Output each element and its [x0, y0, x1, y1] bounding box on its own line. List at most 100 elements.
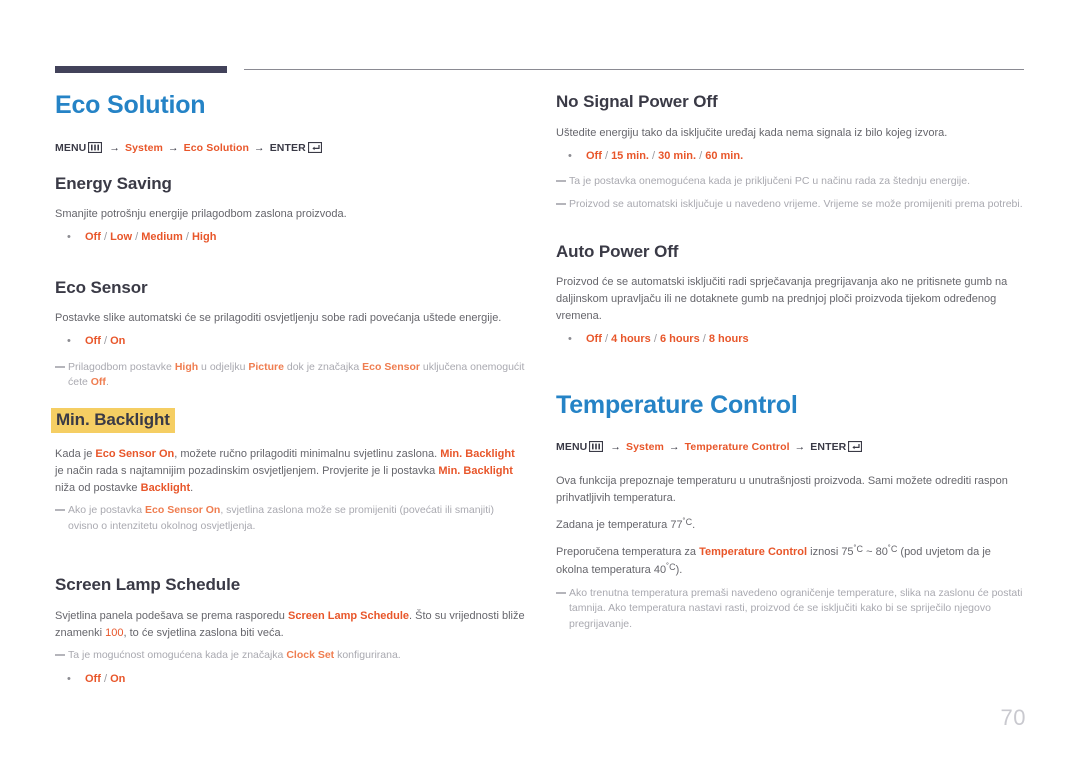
- menu-label: MENU: [556, 441, 588, 454]
- note-screen-lamp-schedule-text: Ta je mogućnost omogućena kada je značaj…: [68, 648, 401, 664]
- sls-end: , to će svjetlina zaslona biti veća.: [123, 626, 284, 639]
- mb-mid-3: niža od postavke: [55, 481, 141, 494]
- path-arrow-3: →: [794, 441, 806, 454]
- mb-mid-2: je način rada s najtamnijim pozadinskim …: [55, 464, 439, 477]
- text-temperature-control-default: Zadana je temperatura 77˚C.: [556, 516, 1026, 534]
- header-rule-thin: [244, 69, 1024, 70]
- osd-enter-icon: [848, 441, 863, 453]
- note-no-signal-power-off-1-text: Ta je postavka onemogućena kada je prikl…: [569, 175, 970, 188]
- note-term-picture: Picture: [248, 360, 284, 373]
- osd-enter-icon: [307, 141, 322, 153]
- note-no-signal-power-off-1: Ta je postavka onemogućena kada je prikl…: [556, 174, 1026, 190]
- option-list-screen-lamp-schedule: • Off / On: [55, 671, 525, 688]
- heading-no-signal-power-off: No Signal Power Off: [556, 92, 718, 111]
- option-list-eco-sensor: • Off / On: [55, 333, 525, 350]
- option-4-hours: 4 hours: [611, 333, 651, 346]
- option-8-hours: 8 hours: [708, 333, 749, 346]
- note-temperature-control-text: Ako trenutna temperatura premaši naveden…: [569, 586, 1023, 631]
- osd-menu-icon: [88, 141, 103, 153]
- note-dash-icon: [556, 586, 569, 597]
- term-temperature-control: Temperature Control: [699, 546, 808, 559]
- menu-path-temperature-control: MENU → System → Temperature Control → EN…: [556, 441, 1026, 453]
- degree-celsius-2: ˚C: [887, 544, 898, 555]
- path-item-system: System: [626, 441, 664, 454]
- enter-label: ENTER: [269, 141, 306, 154]
- note-dash-icon: [55, 360, 68, 371]
- page-number: 70: [1000, 705, 1026, 730]
- tc-default-pre: Zadana je temperatura 77: [556, 519, 683, 532]
- heading-energy-saving: Energy Saving: [55, 173, 172, 193]
- text-temperature-control-recommended: Preporučena temperatura za Temperature C…: [556, 543, 1026, 579]
- note-term-off: Off: [90, 376, 106, 389]
- note-mid-1: u odjeljku: [198, 360, 249, 373]
- menu-label: MENU: [55, 141, 87, 154]
- tc-rec-end: ).: [675, 564, 683, 577]
- option-list-energy-saving: • Off / Low / Medium / High: [55, 229, 525, 246]
- term-min-backlight-2: Min. Backlight: [438, 464, 513, 477]
- note-end: .: [105, 376, 109, 389]
- path-arrow-1: →: [610, 441, 621, 454]
- term-eco-sensor-on: Eco Sensor On: [95, 447, 175, 460]
- text-eco-sensor-description: Postavke slike automatski će se prilagod…: [55, 312, 502, 325]
- degree-celsius-3: ˚C: [666, 562, 676, 573]
- mb-pre: Kada je: [55, 447, 96, 460]
- text-auto-power-off-description: Proizvod će se automatski isključiti rad…: [556, 276, 1008, 323]
- value-100: 100: [105, 626, 124, 639]
- path-arrow-3: →: [254, 141, 265, 154]
- path-item-system: System: [125, 141, 163, 154]
- note-min-backlight-text: Ako je postavka Eco Sensor On, svjetlina…: [68, 503, 525, 535]
- note-dash-icon: [556, 197, 569, 208]
- note-term-eco-sensor-on: Eco Sensor On: [145, 503, 221, 516]
- note-temperature-control: Ako trenutna temperatura premaši naveden…: [556, 586, 1026, 633]
- left-column: Eco Solution MENU → System → Eco Solutio…: [51, 91, 525, 697]
- option-off: Off: [586, 333, 602, 346]
- note-pre: Prilagodbom postavke: [68, 360, 175, 373]
- option-off: Off: [85, 231, 101, 244]
- option-values-screen-lamp-schedule: Off / On: [85, 672, 126, 685]
- menu-path-eco-solution: MENU → System → Eco Solution → ENTER: [55, 141, 525, 154]
- heading-min-backlight: Min. Backlight: [51, 408, 175, 433]
- mb-mid-1: , možete ručno prilagoditi minimalnu svj…: [174, 447, 441, 460]
- page-title-eco-solution: Eco Solution: [55, 91, 206, 119]
- note-dash-icon: [556, 174, 569, 185]
- bullet-icon: •: [67, 672, 71, 685]
- heading-screen-lamp-schedule: Screen Lamp Schedule: [55, 575, 241, 595]
- bullet-icon: •: [67, 335, 71, 348]
- right-column: No Signal Power Off Uštedite energiju ta…: [556, 92, 1026, 640]
- osd-menu-icon: [589, 441, 604, 453]
- path-item-temperature-control: Temperature Control: [684, 441, 790, 454]
- option-high: High: [191, 231, 217, 244]
- term-screen-lamp-schedule: Screen Lamp Schedule: [287, 609, 410, 622]
- note-eco-sensor: Prilagodbom postavke High u odjeljku Pic…: [55, 360, 525, 392]
- option-values-energy-saving: Off / Low / Medium / High: [85, 231, 217, 244]
- option-30-min: 30 min.: [658, 149, 697, 162]
- option-list-no-signal-power-off: • Off / 15 min. / 30 min. / 60 min.: [556, 148, 1026, 165]
- path-arrow-1: →: [109, 141, 120, 154]
- option-6-hours: 6 hours: [659, 333, 700, 346]
- option-values-auto-power-off: Off / 4 hours / 6 hours / 8 hours: [586, 333, 749, 346]
- option-off: Off: [85, 672, 101, 685]
- note-term-clock-set: Clock Set: [286, 649, 335, 662]
- page-title-temperature-control: Temperature Control: [556, 390, 798, 419]
- term-min-backlight-1: Min. Backlight: [440, 447, 515, 460]
- path-arrow-2: →: [168, 141, 179, 154]
- option-off: Off: [85, 335, 101, 348]
- note-screen-lamp-schedule: Ta je mogućnost omogućena kada je značaj…: [55, 648, 525, 664]
- note-pre: Ako je postavka: [68, 503, 146, 516]
- note-end: konfigurirana.: [334, 649, 401, 662]
- term-backlight: Backlight: [140, 481, 191, 494]
- tc-rec-mid-1: iznosi 75: [807, 546, 854, 559]
- option-list-auto-power-off: • Off / 4 hours / 6 hours / 8 hours: [556, 331, 1026, 348]
- bullet-icon: •: [568, 149, 572, 162]
- option-off: Off: [586, 149, 602, 162]
- note-eco-sensor-text: Prilagodbom postavke High u odjeljku Pic…: [68, 360, 525, 392]
- text-temperature-control-p1: Ova funkcija prepoznaje temperaturu u un…: [556, 475, 1008, 505]
- degree-celsius: ˚C: [682, 517, 693, 528]
- note-term-high: High: [174, 360, 199, 373]
- note-no-signal-power-off-2-text: Proizvod se automatski isključuje u nave…: [569, 197, 1023, 210]
- heading-eco-sensor: Eco Sensor: [55, 277, 148, 297]
- heading-auto-power-off: Auto Power Off: [556, 241, 679, 261]
- option-low: Low: [110, 231, 133, 244]
- note-pre: Ta je mogućnost omogućena kada je značaj…: [68, 649, 287, 662]
- path-item-eco-solution: Eco Solution: [183, 141, 250, 154]
